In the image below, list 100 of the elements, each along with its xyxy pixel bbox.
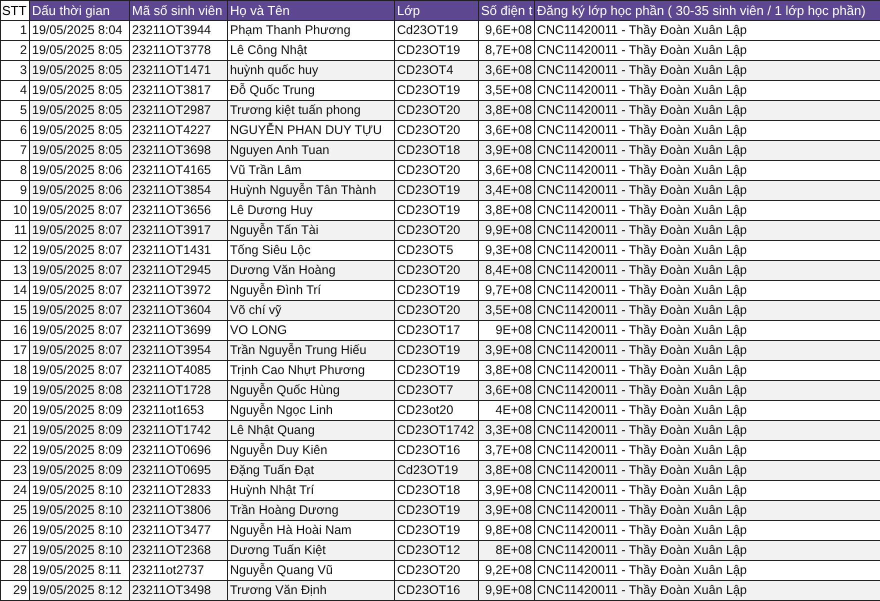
table-cell: CD23OT19 [394,500,478,520]
table-cell: 23211OT3806 [130,500,228,520]
column-header: Mã số sinh viên [130,0,228,20]
table-cell: 3,5E+08 [478,300,534,320]
table-cell: 23211OT0695 [130,460,228,480]
table-cell: Cd23OT19 [394,460,478,480]
table-cell: 3,8E+08 [478,100,534,120]
table-cell: CNC11420011 - Thầy Đoàn Xuân Lập [534,100,880,120]
table-cell: CD23OT20 [394,220,478,240]
table-cell: 19/05/2025 8:07 [30,220,130,240]
row-number: 6 [0,120,30,140]
table-cell: CNC11420011 - Thầy Đoàn Xuân Lập [534,340,880,360]
table-cell: 9,6E+08 [478,20,534,40]
table-cell: CNC11420011 - Thầy Đoàn Xuân Lập [534,60,880,80]
table-cell: 8,4E+08 [478,260,534,280]
table-cell: Trương kiệt tuấn phong [228,100,394,120]
table-cell: CD23OT1742 [394,420,478,440]
table-cell: Nguyễn Quốc Hùng [228,380,394,400]
table-cell: 19/05/2025 8:08 [30,380,130,400]
table-cell: Trương Văn Định [228,580,394,600]
column-header: Lớp [394,0,478,20]
table-cell: CD23OT20 [394,100,478,120]
table-cell: 19/05/2025 8:10 [30,540,130,560]
table-cell: 19/05/2025 8:04 [30,20,130,40]
table-cell: 23211OT3498 [130,580,228,600]
row-number: 14 [0,280,30,300]
table-cell: CNC11420011 - Thầy Đoàn Xuân Lập [534,460,880,480]
table-cell: 8E+08 [478,540,534,560]
table-cell: 23211OT3698 [130,140,228,160]
table-cell: Nguyễn Tấn Tài [228,220,394,240]
table-cell: 3,9E+08 [478,500,534,520]
column-header: Dấu thời gian [30,0,130,20]
table-cell: Huỳnh Nguyễn Tân Thành [228,180,394,200]
row-number: 2 [0,40,30,60]
table-cell: Dương Văn Hoàng [228,260,394,280]
table-cell: CNC11420011 - Thầy Đoàn Xuân Lập [534,300,880,320]
row-number: 10 [0,200,30,220]
table-cell: 19/05/2025 8:07 [30,300,130,320]
table-cell: CNC11420011 - Thầy Đoàn Xuân Lập [534,380,880,400]
column-header: Đăng ký lớp học phần ( 30-35 sinh viên / 1 lớp học phần) [534,0,880,20]
table-cell: 23211OT3954 [130,340,228,360]
table-cell: CD23OT19 [394,180,478,200]
table-cell: CNC11420011 - Thầy Đoàn Xuân Lập [534,220,880,240]
table-cell: CD23OT20 [394,260,478,280]
table-cell: CNC11420011 - Thầy Đoàn Xuân Lập [534,540,880,560]
table-cell: 23211OT3917 [130,220,228,240]
table-cell: 19/05/2025 8:06 [30,180,130,200]
table-cell: CD23OT19 [394,340,478,360]
column-header: Số điện t [478,0,534,20]
table-cell: 23211OT2945 [130,260,228,280]
table-cell: CNC11420011 - Thầy Đoàn Xuân Lập [534,180,880,200]
column-header: Họ và Tên [228,0,394,20]
table-cell: CNC11420011 - Thầy Đoàn Xuân Lập [534,500,880,520]
row-number: 12 [0,240,30,260]
table-cell: 23211OT2987 [130,100,228,120]
table-cell: huỳnh quốc huy [228,60,394,80]
table-cell: 3,8E+08 [478,460,534,480]
table-cell: CNC11420011 - Thầy Đoàn Xuân Lập [534,580,880,600]
table-cell: 19/05/2025 8:10 [30,500,130,520]
table-cell: 3,3E+08 [478,420,534,440]
table-cell: Trần Hoàng Dương [228,500,394,520]
table-cell: 3,9E+08 [478,140,534,160]
column-header: STT [0,0,30,20]
table-cell: Lê Nhật Quang [228,420,394,440]
table-cell: CD23OT4 [394,60,478,80]
table-cell: Cd23OT19 [394,20,478,40]
table-cell: Võ chí vỹ [228,300,394,320]
table-cell: 23211OT3944 [130,20,228,40]
table-cell: 3,4E+08 [478,180,534,200]
table-cell: 23211OT1471 [130,60,228,80]
table-cell: 19/05/2025 8:05 [30,100,130,120]
table-cell: CNC11420011 - Thầy Đoàn Xuân Lập [534,260,880,280]
row-number: 1 [0,20,30,40]
row-number: 24 [0,480,30,500]
table-cell: 19/05/2025 8:05 [30,60,130,80]
table-cell: 19/05/2025 8:07 [30,340,130,360]
table-cell: CD23OT20 [394,300,478,320]
table-cell: Trần Nguyễn Trung Hiếu [228,340,394,360]
table-cell: 23211OT3604 [130,300,228,320]
table-cell: CNC11420011 - Thầy Đoàn Xuân Lập [534,420,880,440]
table-cell: 23211OT1728 [130,380,228,400]
table-cell: 19/05/2025 8:05 [30,140,130,160]
table-cell: 9,9E+08 [478,580,534,600]
table-cell: 23211OT1742 [130,420,228,440]
table-cell: CD23OT18 [394,140,478,160]
table-cell: 19/05/2025 8:09 [30,420,130,440]
table-cell: 3,6E+08 [478,380,534,400]
table-cell: 19/05/2025 8:07 [30,260,130,280]
table-cell: 19/05/2025 8:09 [30,460,130,480]
row-number: 26 [0,520,30,540]
table-cell: Phạm Thanh Phương [228,20,394,40]
row-number: 22 [0,440,30,460]
table-cell: 3,6E+08 [478,60,534,80]
table-cell: CNC11420011 - Thầy Đoàn Xuân Lập [534,140,880,160]
row-number: 18 [0,360,30,380]
table-cell: Dương Tuấn Kiệt [228,540,394,560]
table-cell: 3,9E+08 [478,340,534,360]
row-number: 4 [0,80,30,100]
table-cell: 23211OT2368 [130,540,228,560]
table-cell: 19/05/2025 8:12 [30,580,130,600]
